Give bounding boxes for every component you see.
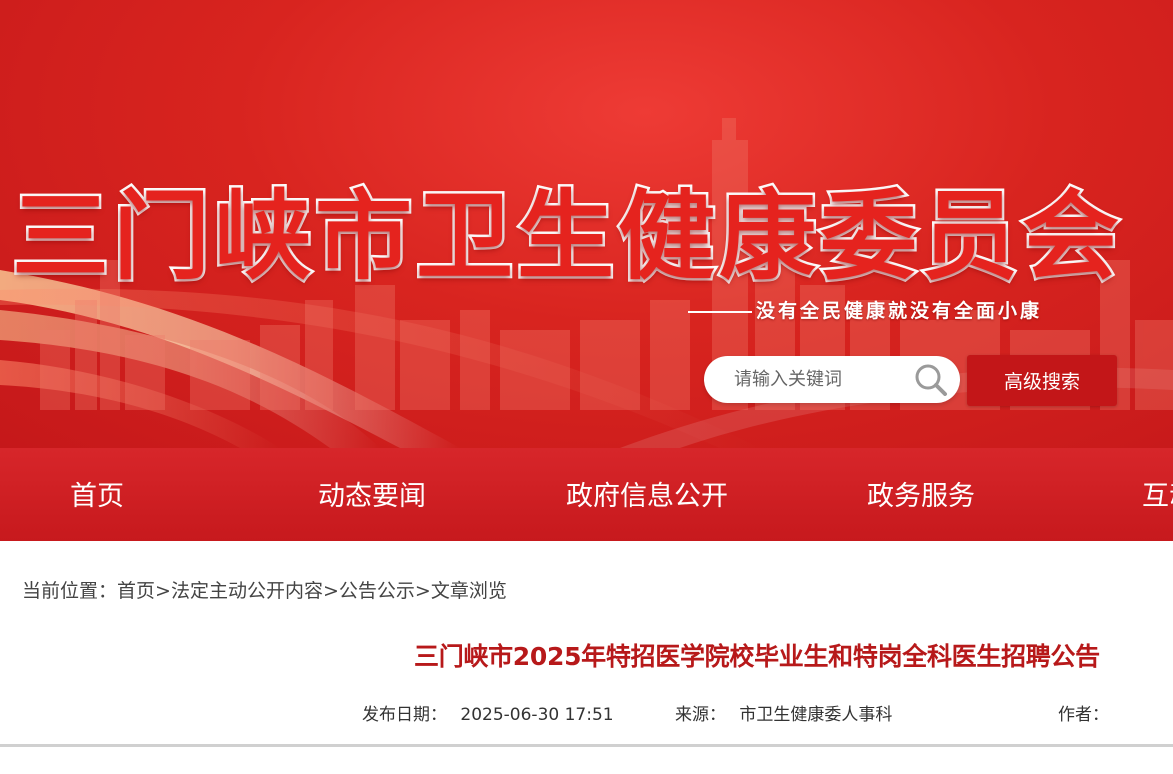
source-meta: 来源： 市卫生健康委人事科 bbox=[675, 700, 892, 725]
publish-date-label: 发布日期： bbox=[362, 705, 447, 725]
header-banner: 三门峡市卫生健康委员会 没有全民健康就没有全面小康 高级搜索 bbox=[0, 0, 1173, 448]
nav-item-services[interactable]: 政务服务 bbox=[867, 448, 975, 541]
publish-date-meta: 发布日期： 2025-06-30 17:51 bbox=[362, 700, 614, 725]
slogan-text: 没有全民健康就没有全面小康 bbox=[756, 300, 1043, 322]
content-divider bbox=[0, 744, 1173, 747]
breadcrumb-current: 文章浏览 bbox=[430, 580, 507, 602]
search-icon[interactable] bbox=[914, 364, 948, 396]
nav-item-news[interactable]: 动态要闻 bbox=[318, 448, 426, 541]
article-title: 三门峡市2025年特招医学院校毕业生和特岗全科医生招聘公告 bbox=[414, 642, 1100, 671]
advanced-search-button[interactable]: 高级搜索 bbox=[967, 355, 1117, 406]
breadcrumb-separator: > bbox=[322, 580, 339, 602]
site-title: 三门峡市卫生健康委员会 bbox=[10, 179, 1123, 294]
author-meta: 作者： bbox=[1058, 700, 1109, 725]
site-slogan: 没有全民健康就没有全面小康 bbox=[688, 296, 1042, 323]
breadcrumb-home[interactable]: 首页 bbox=[117, 580, 155, 602]
breadcrumb-separator: > bbox=[155, 580, 171, 602]
source-value: 市卫生健康委人事科 bbox=[739, 705, 893, 725]
breadcrumb-separator: > bbox=[414, 580, 431, 602]
search-box bbox=[704, 356, 960, 403]
nav-item-home[interactable]: 首页 bbox=[70, 448, 124, 541]
main-nav: 首页 动态要闻 政府信息公开 政务服务 互动 bbox=[0, 448, 1173, 541]
breadcrumb: 当前位置：首页>法定主动公开内容>公告公示>文章浏览 bbox=[22, 576, 507, 603]
breadcrumb-public-content[interactable]: 法定主动公开内容 bbox=[171, 580, 323, 602]
nav-item-interaction[interactable]: 互动 bbox=[1142, 448, 1173, 541]
nav-item-gov-info[interactable]: 政府信息公开 bbox=[566, 448, 728, 541]
slogan-dash bbox=[688, 310, 752, 313]
breadcrumb-prefix: 当前位置： bbox=[22, 580, 118, 602]
breadcrumb-announcements[interactable]: 公告公示 bbox=[339, 580, 415, 602]
publish-date: 2025-06-30 17:51 bbox=[460, 705, 614, 725]
search-input[interactable] bbox=[734, 356, 914, 403]
author-label: 作者： bbox=[1058, 705, 1109, 725]
source-label: 来源： bbox=[675, 705, 726, 725]
